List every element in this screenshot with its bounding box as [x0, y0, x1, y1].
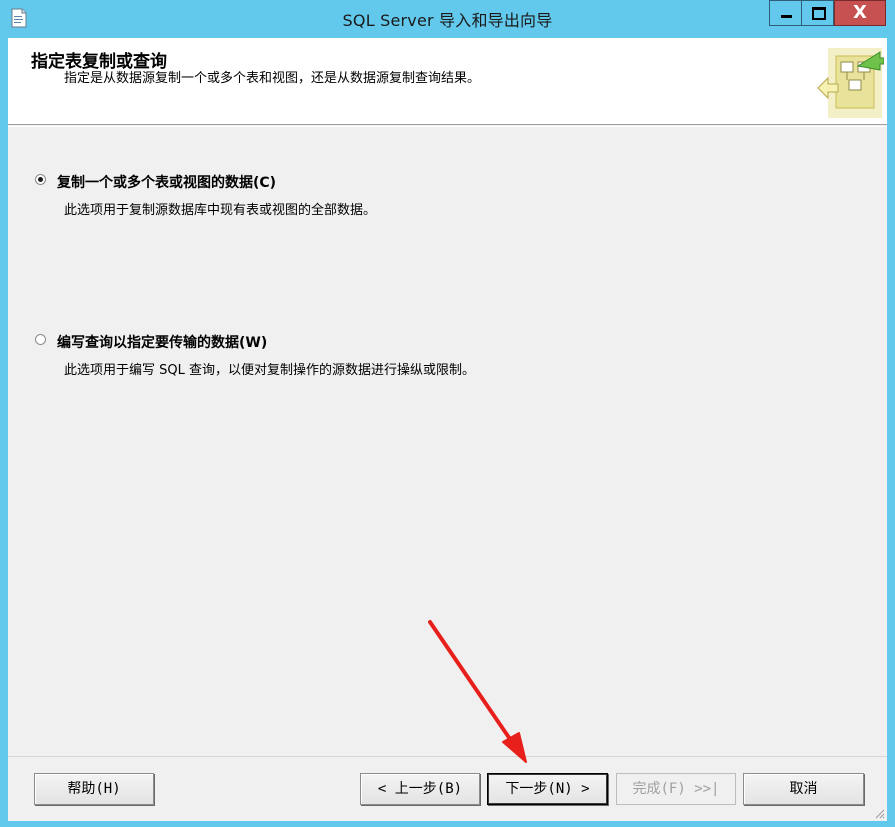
option-copy-tables-label[interactable]: 复制一个或多个表或视图的数据(C) — [57, 172, 276, 192]
client-area: 指定表复制或查询 指定是从数据源复制一个或多个表和视图，还是从数据源复制查询结果… — [8, 38, 887, 821]
window-title: SQL Server 导入和导出向导 — [342, 11, 553, 30]
maximize-button[interactable] — [801, 0, 834, 26]
option-write-query-description: 此选项用于编写 SQL 查询，以便对复制操作的源数据进行操纵或限制。 — [64, 363, 475, 378]
minimize-icon — [781, 15, 792, 18]
cancel-button[interactable]: 取消 — [743, 773, 864, 805]
resize-grip-icon[interactable] — [873, 807, 885, 819]
page-subtitle: 指定是从数据源复制一个或多个表和视图，还是从数据源复制查询结果。 — [64, 71, 481, 86]
finish-button: 完成(F) >>| — [616, 773, 736, 805]
minimize-button[interactable] — [769, 0, 802, 26]
wizard-window: SQL Server 导入和导出向导 X 指定表复制或查询 指定是从数据源复制一… — [0, 0, 895, 827]
wizard-header: 指定表复制或查询 指定是从数据源复制一个或多个表和视图，还是从数据源复制查询结果… — [8, 38, 887, 127]
maximize-icon — [812, 7, 826, 20]
wizard-graphic-icon — [817, 48, 884, 118]
close-icon: X — [853, 2, 867, 23]
help-button[interactable]: 帮助(H) — [34, 773, 154, 805]
next-button[interactable]: 下一步(N) > — [487, 773, 608, 805]
bottom-divider — [8, 756, 887, 757]
radio-write-query[interactable] — [35, 334, 46, 345]
radio-copy-tables[interactable] — [35, 174, 46, 185]
option-copy-tables-description: 此选项用于复制源数据库中现有表或视图的全部数据。 — [64, 203, 377, 218]
title-bar[interactable]: SQL Server 导入和导出向导 X — [0, 0, 895, 38]
close-button[interactable]: X — [834, 0, 886, 26]
option-write-query-label[interactable]: 编写查询以指定要传输的数据(W) — [57, 332, 267, 352]
back-button[interactable]: < 上一步(B) — [360, 773, 480, 805]
